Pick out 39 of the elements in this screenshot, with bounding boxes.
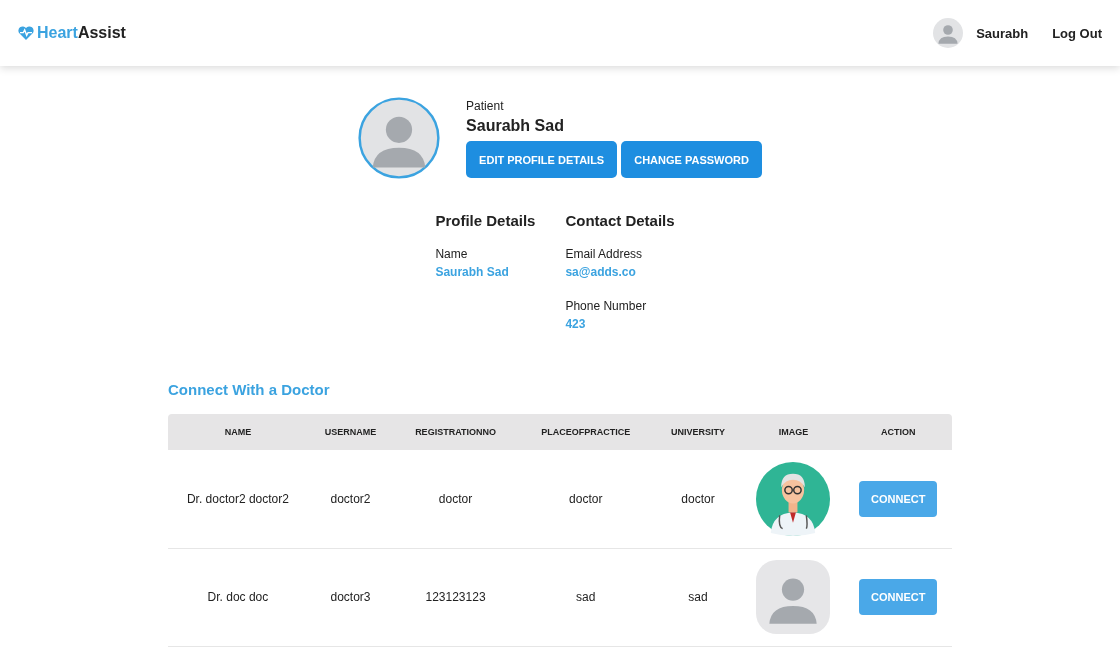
section-title: Connect With a Doctor: [168, 381, 331, 398]
column-header: REGISTRATIONNO: [393, 414, 518, 450]
connect-button[interactable]: CONNECT: [859, 579, 938, 615]
user-avatar-icon[interactable]: [933, 18, 964, 48]
column-header: UNIVERSITY: [653, 414, 743, 450]
avatar-placeholder-icon: [756, 560, 831, 634]
table-cell: doctor3: [307, 548, 394, 646]
table-cell: doctor: [517, 450, 654, 548]
section-heading: Contact Details: [565, 212, 675, 229]
column-header: USERNAME: [307, 414, 394, 450]
column-header: NAME: [168, 414, 308, 450]
user-name: Saurabh: [976, 25, 1029, 41]
log-out-link[interactable]: Log Out: [1052, 25, 1102, 41]
field-label: Name: [435, 247, 469, 261]
table-cell: Dr. doctor2 doctor2: [168, 450, 308, 548]
field-value: Saurabh Sad: [435, 265, 510, 279]
field-label: Email Address: [565, 247, 644, 261]
change-password-button[interactable]: CHANGE PASSWORD: [621, 141, 762, 178]
table-cell: Dr. doc doc: [168, 548, 308, 646]
column-header: PLACEOFPRACTICE: [517, 414, 654, 450]
table-cell: 123123123: [393, 548, 518, 646]
profile-avatar-icon: [358, 97, 441, 179]
field-value: 423: [565, 317, 587, 331]
table-cell: doctor2: [307, 450, 394, 548]
column-header: IMAGE: [742, 414, 845, 450]
logo-text[interactable]: HeartAssist: [37, 24, 126, 42]
column-header: ACTION: [844, 414, 952, 450]
table-cell: sad: [517, 548, 654, 646]
section-heading: Profile Details: [435, 212, 536, 229]
field-value: sa@adds.co: [565, 265, 637, 279]
field-label: Phone Number: [565, 299, 648, 313]
table-cell: doctor: [653, 450, 743, 548]
connect-button[interactable]: CONNECT: [859, 480, 938, 517]
table-cell: sad: [653, 548, 743, 646]
table-cell: doctor: [393, 450, 518, 548]
role-label: Patient: [466, 99, 505, 113]
heart-pulse-icon: [18, 26, 34, 40]
profile-name: Saurabh Sad: [466, 117, 565, 135]
edit-profile-button[interactable]: EDIT PROFILE DETAILS: [466, 141, 618, 178]
